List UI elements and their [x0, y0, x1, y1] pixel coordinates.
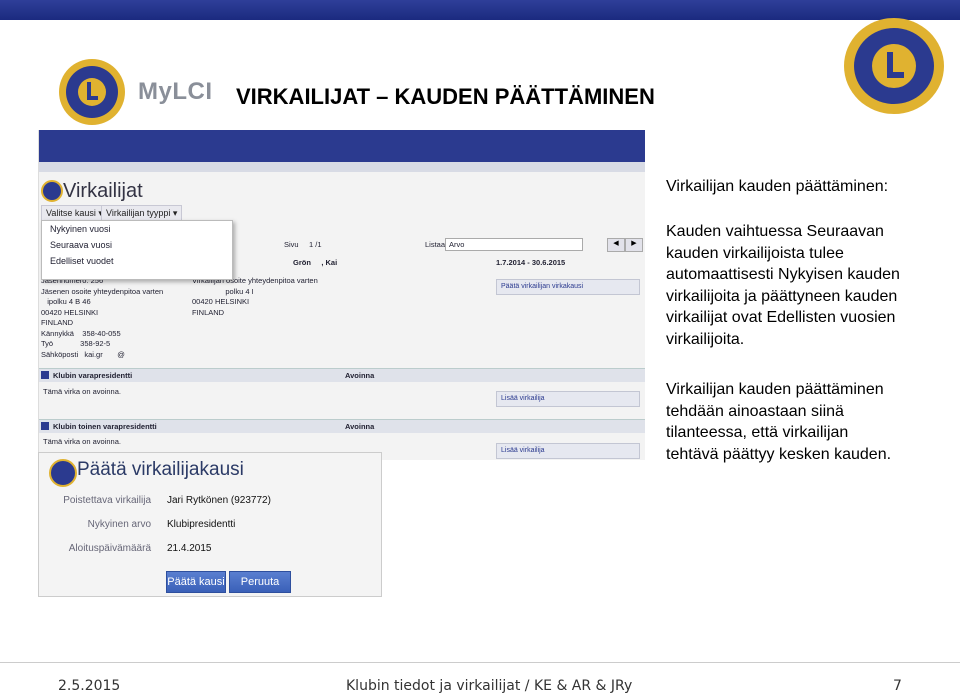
mylci-logo: MyLCI	[138, 78, 213, 105]
list-select[interactable]: Arvo	[445, 238, 583, 251]
footer-divider	[0, 662, 960, 663]
section-second-vice-president: Klubin toinen varapresidentti Avoinna	[39, 419, 645, 433]
next-arrow-icon[interactable]: ▶	[625, 238, 643, 252]
footer-center-text: Klubin tiedot ja virkailijat / KE & AR &…	[346, 678, 633, 694]
start-date-label: Aloituspäivämäärä	[68, 543, 151, 554]
screenshot-header-bar	[39, 130, 645, 162]
current-value-value: Klubipresidentti	[167, 519, 236, 530]
prev-arrow-icon[interactable]: ◀	[607, 238, 625, 252]
section-2-note: Tämä virka on avoinna.	[43, 437, 121, 446]
section-icon	[41, 371, 49, 379]
list-label: Listaa	[425, 240, 446, 249]
page-title: VIRKAILIJAT – KAUDEN PÄÄTTÄMINEN	[236, 84, 655, 109]
page-value: 1 /1	[309, 240, 322, 249]
removed-officer-label: Poistettava virkailija	[63, 495, 151, 506]
section-1-title: Klubin varapresidentti	[53, 371, 133, 380]
lions-international-logo-icon	[842, 16, 946, 116]
explanation-heading: Virkailijan kauden päättäminen:	[666, 178, 889, 195]
lions-small-icon	[41, 180, 63, 202]
screenshot-page-title: Virkailijat	[63, 180, 143, 202]
section-icon	[41, 422, 49, 430]
removed-officer-value: Jari Rytkönen (923772)	[167, 495, 271, 506]
end-term-button[interactable]: Päätä kausi	[166, 571, 226, 593]
start-date-value: 21.4.2015	[167, 543, 212, 554]
end-term-dialog: Päätä virkailijakausi Poistettava virkai…	[38, 452, 382, 597]
current-value-label: Nykyinen arvo	[87, 519, 151, 530]
end-officer-term-link[interactable]: Päätä virkailijan virkakausi	[496, 279, 640, 295]
lions-logo-icon	[58, 58, 126, 126]
mylci-officers-screenshot: Virkailijat Valitse kausi ▾ Virkailijan …	[38, 130, 645, 460]
select-season-button[interactable]: Valitse kausi ▾	[41, 205, 108, 221]
list-select-value: Arvo	[449, 240, 465, 249]
officer-address: Virkailijan osoite yhteydenpitoa varten …	[192, 276, 318, 317]
explanation-paragraph-1: Kauden vaihtuessa Seuraavan kauden virka…	[666, 223, 900, 348]
member-info: Jäsennumero: 256 Jäsenen osoite yhteyden…	[41, 276, 164, 359]
footer-date: 2.5.2015	[58, 678, 121, 694]
season-dropdown-menu: Nykyinen vuosi Seuraava vuosi Edelliset …	[41, 220, 233, 280]
season-option-next[interactable]: Seuraava vuosi	[42, 237, 232, 253]
section-1-note: Tämä virka on avoinna.	[43, 387, 121, 396]
section-2-title: Klubin toinen varapresidentti	[53, 422, 157, 431]
page-label: Sivu	[284, 240, 299, 249]
screenshot-nav-strip	[39, 162, 645, 172]
season-option-current[interactable]: Nykyinen vuosi	[42, 221, 232, 237]
dialog-title: Päätä virkailijakausi	[77, 459, 244, 480]
section-vice-president: Klubin varapresidentti Avoinna	[39, 368, 645, 382]
cancel-button[interactable]: Peruuta	[229, 571, 291, 593]
section-1-status: Avoinna	[345, 371, 375, 380]
add-officer-link-2[interactable]: Lisää virkailija	[496, 443, 640, 459]
top-blue-bar	[0, 0, 960, 20]
lions-small-icon	[49, 459, 77, 487]
section-2-status: Avoinna	[345, 422, 375, 431]
season-option-previous[interactable]: Edelliset vuodet	[42, 253, 232, 269]
add-officer-link-1[interactable]: Lisää virkailija	[496, 391, 640, 407]
officer-type-button[interactable]: Virkailijan tyyppi ▾	[101, 205, 183, 221]
officer-name: Grön , Kai	[293, 258, 338, 267]
officer-term-dates: 1.7.2014 - 30.6.2015	[496, 258, 566, 267]
footer-page-number: 7	[893, 678, 902, 694]
explanation-paragraph-2: Virkailijan kauden päättäminen tehdään a…	[666, 381, 892, 463]
